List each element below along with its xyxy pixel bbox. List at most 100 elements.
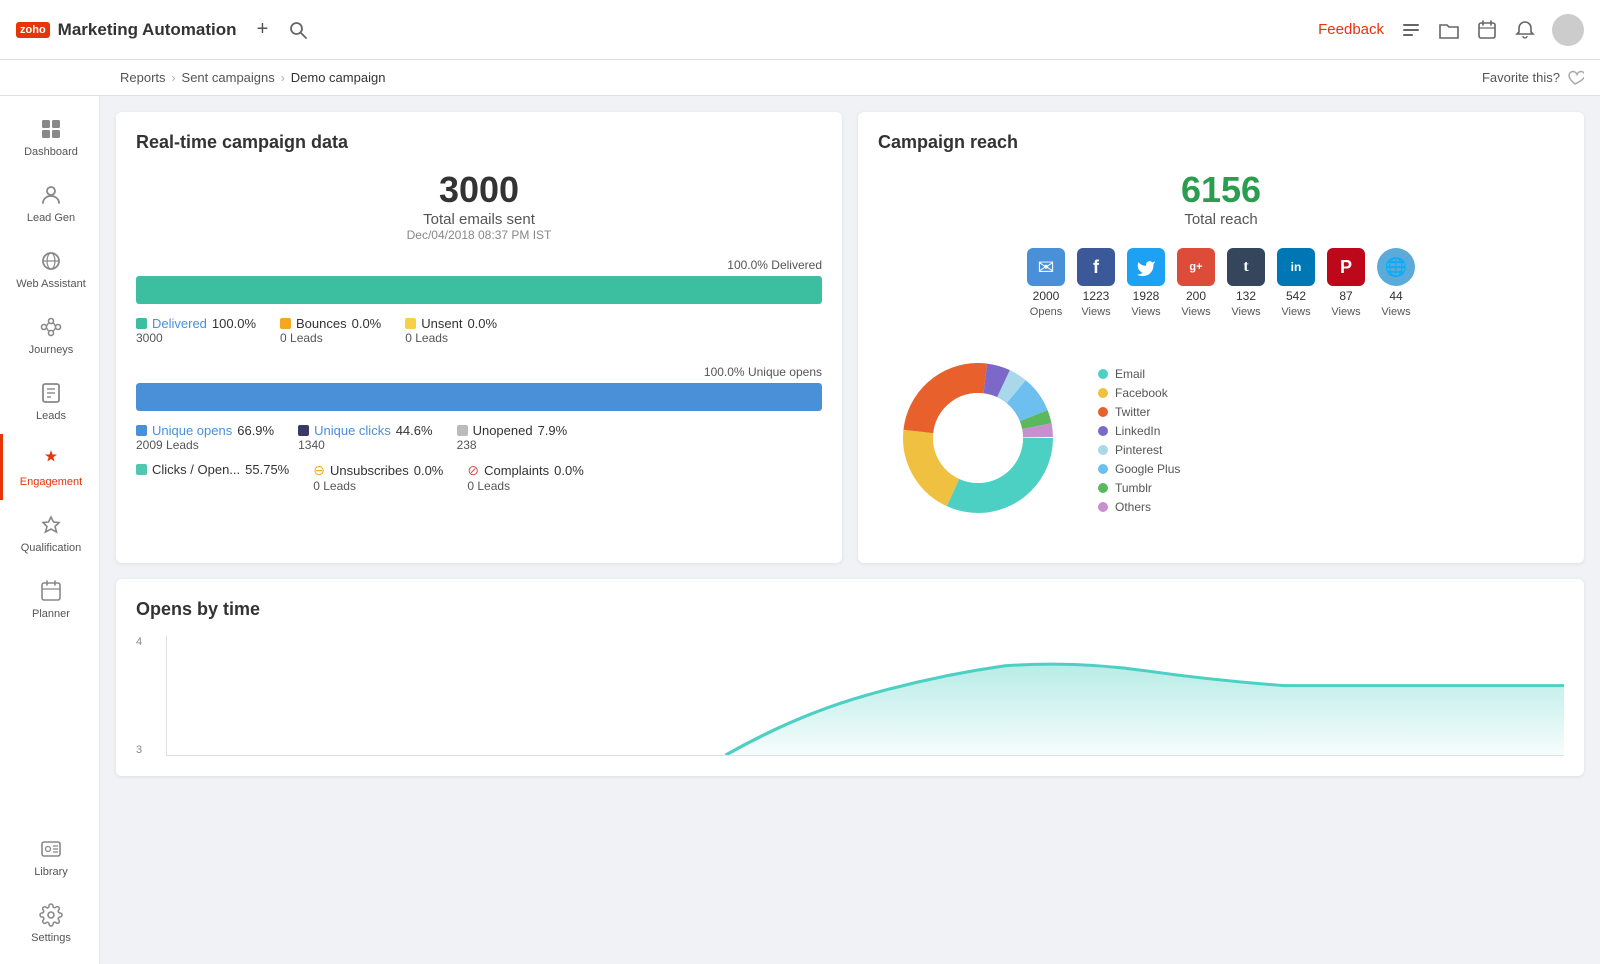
sidebar-item-webassistant[interactable]: Web Assistant — [0, 236, 99, 302]
facebook-social-icon: f — [1077, 248, 1115, 286]
calendar-icon[interactable] — [1476, 19, 1498, 41]
unique-opens-link[interactable]: Unique opens — [152, 423, 232, 438]
pinterest-views-count: 87 — [1339, 289, 1352, 303]
folder-icon[interactable] — [1438, 19, 1460, 41]
unique-opens-pct-label: 100.0% Unique opens — [704, 365, 822, 379]
search-icon — [289, 21, 307, 39]
bounces-label: Bounces — [296, 316, 347, 331]
delivered-count: 3000 — [136, 331, 256, 345]
engagement-icon — [38, 446, 64, 472]
delivered-link[interactable]: Delivered — [152, 316, 207, 331]
total-reach-label: Total reach — [878, 211, 1564, 228]
breadcrumb-bar: Reports › Sent campaigns › Demo campaign… — [0, 60, 1600, 96]
app-logo: zoho Marketing Automation — [16, 20, 237, 40]
unsubscribes-label: Unsubscribes — [330, 463, 409, 478]
unsubscribes-leads: 0 Leads — [313, 479, 443, 493]
twitter-views-count: 1928 — [1133, 289, 1160, 303]
unopened-pct: 7.9% — [538, 423, 568, 438]
opens-chart-area: 4 3 — [136, 636, 1564, 756]
delivered-progress-fill — [136, 276, 822, 304]
campaign-data-card: Real-time campaign data 3000 Total email… — [116, 112, 842, 563]
sidebar-label-qualification: Qualification — [21, 542, 82, 554]
delivered-dot — [136, 318, 147, 329]
leads-icon — [38, 380, 64, 406]
sidebar-item-settings[interactable]: Settings — [0, 890, 99, 956]
webassistant-icon — [38, 248, 64, 274]
main-layout: Dashboard Lead Gen Web Assistant Journey… — [0, 96, 1600, 964]
social-pinterest: P 87 Views — [1327, 248, 1365, 318]
sidebar-item-dashboard[interactable]: Dashboard — [0, 104, 99, 170]
linkedin-views-label: Views — [1281, 306, 1310, 318]
bounces-pct: 0.0% — [352, 316, 382, 331]
legend-facebook: Facebook — [1098, 386, 1180, 400]
social-web: 🌐 44 Views — [1377, 248, 1415, 318]
facebook-views-label: Views — [1081, 306, 1110, 318]
sidebar-item-engagement[interactable]: Engagement — [0, 434, 99, 500]
unique-clicks-dot — [298, 425, 309, 436]
legend-label-tumblr: Tumblr — [1115, 481, 1152, 495]
user-avatar[interactable] — [1552, 14, 1584, 46]
legend-label-facebook: Facebook — [1115, 386, 1168, 400]
dashboard-icon — [38, 116, 64, 142]
sidebar-item-library[interactable]: Library — [0, 824, 99, 890]
social-linkedin: in 542 Views — [1277, 248, 1315, 318]
unopened-stat: Unopened 7.9% 238 — [457, 423, 568, 452]
campaign-reach-title: Campaign reach — [878, 132, 1564, 153]
complaints-leads: 0 Leads — [467, 479, 583, 493]
sidebar-item-qualification[interactable]: Qualification — [0, 500, 99, 566]
notification-icon[interactable] — [1514, 19, 1536, 41]
topbar: zoho Marketing Automation + Feedback — [0, 0, 1600, 60]
unique-clicks-pct: 44.6% — [396, 423, 433, 438]
favorite-button[interactable]: Favorite this? — [1482, 69, 1584, 87]
search-button[interactable] — [289, 21, 307, 39]
bounces-dot — [280, 318, 291, 329]
web-social-icon: 🌐 — [1377, 248, 1415, 286]
favorite-label: Favorite this? — [1482, 70, 1560, 85]
donut-legend: Email Facebook Twitter LinkedIn — [1098, 367, 1180, 514]
chart-line-area — [166, 636, 1564, 756]
unique-opens-progress-bar — [136, 383, 822, 411]
legend-dot-linkedin — [1098, 426, 1108, 436]
social-twitter: 1928 Views — [1127, 248, 1165, 318]
legend-others: Others — [1098, 500, 1180, 514]
legend-label-others: Others — [1115, 500, 1151, 514]
delivered-pct-label: 100.0% Delivered — [727, 258, 822, 272]
legend-label-linkedin: LinkedIn — [1115, 424, 1160, 438]
sidebar-item-journeys[interactable]: Journeys — [0, 302, 99, 368]
y-label-3: 3 — [136, 744, 142, 756]
sidebar-item-leadgen[interactable]: Lead Gen — [0, 170, 99, 236]
unique-clicks-link[interactable]: Unique clicks — [314, 423, 391, 438]
add-button[interactable]: + — [249, 16, 277, 44]
y-label-4: 4 — [136, 636, 142, 648]
social-tumblr: t 132 Views — [1227, 248, 1265, 318]
social-icons-row: ✉ 2000 Opens f 1223 Views 1928 — [878, 248, 1564, 318]
chart-y-axis: 4 3 — [136, 636, 142, 756]
donut-chart — [878, 338, 1078, 543]
breadcrumb-reports[interactable]: Reports — [120, 70, 166, 85]
legend-label-twitter: Twitter — [1115, 405, 1150, 419]
sidebar-item-planner[interactable]: Planner — [0, 566, 99, 632]
unsent-stat: Unsent 0.0% 0 Leads — [405, 316, 497, 345]
total-emails-count: 3000 — [136, 169, 822, 211]
unsubscribes-icon: ⊖ — [313, 462, 325, 479]
twitter-views-label: Views — [1131, 306, 1160, 318]
total-reach-number: 6156 — [878, 169, 1564, 211]
unopened-dot — [457, 425, 468, 436]
campaign-data-title: Real-time campaign data — [136, 132, 822, 153]
total-reach-section: 6156 Total reach — [878, 169, 1564, 228]
sidebar-item-leads[interactable]: Leads — [0, 368, 99, 434]
linkedin-social-icon: in — [1277, 248, 1315, 286]
donut-chart-section: Email Facebook Twitter LinkedIn — [878, 338, 1564, 543]
leadgen-icon — [38, 182, 64, 208]
unsent-label: Unsent — [421, 316, 462, 331]
list-icon[interactable] — [1400, 19, 1422, 41]
legend-dot-others — [1098, 502, 1108, 512]
app-title: Marketing Automation — [58, 20, 237, 40]
breadcrumb-sent-campaigns[interactable]: Sent campaigns — [182, 70, 275, 85]
legend-pinterest: Pinterest — [1098, 443, 1180, 457]
feedback-link[interactable]: Feedback — [1318, 21, 1384, 38]
web-views-label: Views — [1381, 306, 1410, 318]
sidebar: Dashboard Lead Gen Web Assistant Journey… — [0, 96, 100, 964]
legend-label-email: Email — [1115, 367, 1145, 381]
complaints-icon: ⊘ — [467, 462, 479, 479]
